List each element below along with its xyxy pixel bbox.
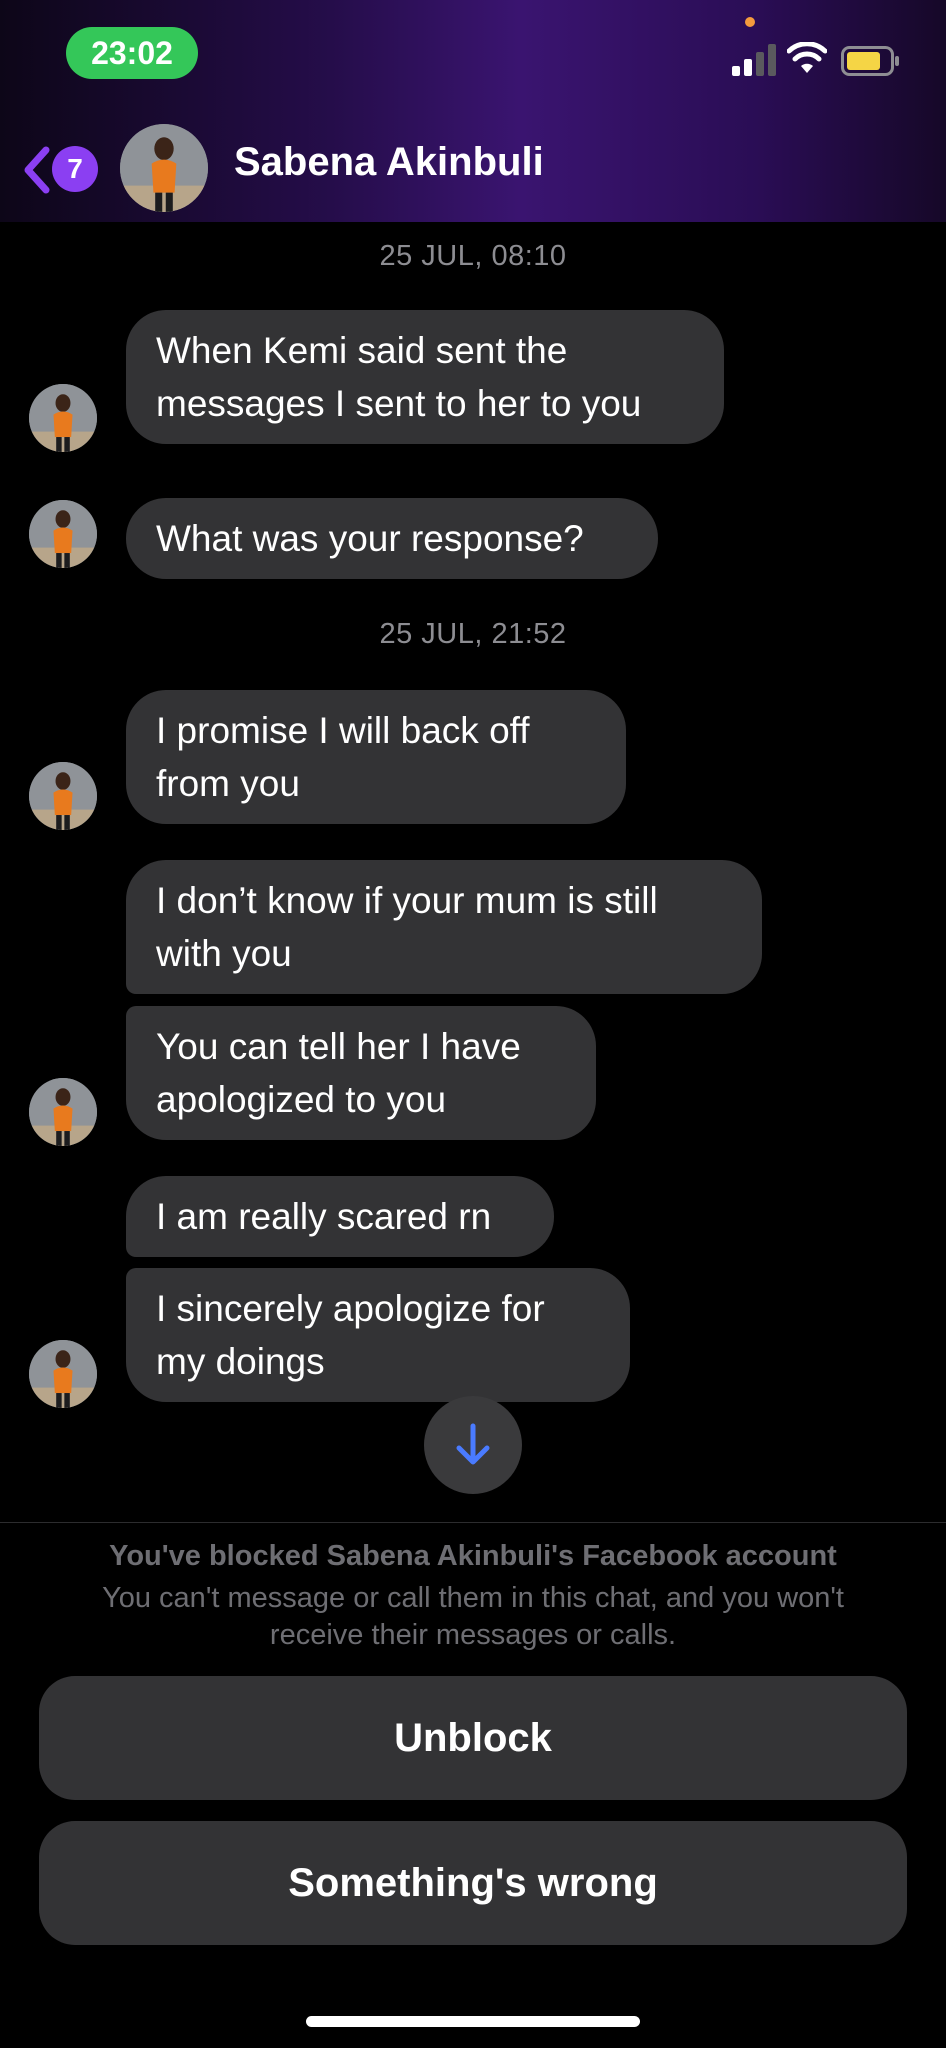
something-wrong-button[interactable]: Something's wrong — [39, 1821, 907, 1945]
timestamp-divider: 25 JUL, 08:10 — [379, 240, 567, 272]
timestamp-divider: 25 JUL, 21:52 — [379, 618, 567, 650]
scroll-to-bottom-button[interactable] — [424, 1396, 522, 1494]
contact-name[interactable]: Sabena Akinbuli — [234, 140, 544, 185]
composer-divider — [0, 1522, 946, 1523]
signal-icon — [732, 44, 776, 76]
message-bubble[interactable]: I promise I will back off from you — [126, 690, 626, 824]
sender-avatar[interactable] — [29, 1078, 97, 1146]
status-time: 23:02 — [66, 27, 198, 79]
blocked-notice-description: You can't message or call them in this c… — [102, 1582, 844, 1651]
arrow-down-icon — [456, 1423, 490, 1465]
blocked-notice-title: You've blocked Sabena Akinbuli's Faceboo… — [109, 1540, 837, 1572]
chat-header: 23:02 7 Sabena Akinbuli — [0, 0, 946, 222]
sender-avatar[interactable] — [29, 762, 97, 830]
chevron-left-icon — [24, 146, 50, 194]
message-bubble[interactable]: I sincerely apologize for my doings — [126, 1268, 630, 1402]
unblock-button[interactable]: Unblock — [39, 1676, 907, 1800]
home-indicator[interactable] — [306, 2016, 640, 2027]
message-bubble[interactable]: What was your response? — [126, 498, 658, 579]
sender-avatar[interactable] — [29, 384, 97, 452]
sender-avatar[interactable] — [29, 500, 97, 568]
sender-avatar[interactable] — [29, 1340, 97, 1408]
battery-icon — [841, 46, 899, 76]
contact-avatar[interactable] — [120, 124, 208, 212]
back-button[interactable]: 7 — [20, 144, 100, 200]
message-bubble[interactable]: I don’t know if your mum is still with y… — [126, 860, 762, 994]
message-bubble[interactable]: You can tell her I have apologized to yo… — [126, 1006, 596, 1140]
privacy-indicator-dot — [745, 17, 755, 27]
wifi-icon — [787, 42, 827, 73]
message-bubble[interactable]: I am really scared rn — [126, 1176, 554, 1257]
message-bubble[interactable]: When Kemi said sent the messages I sent … — [126, 310, 724, 444]
unread-count-badge: 7 — [52, 146, 98, 192]
